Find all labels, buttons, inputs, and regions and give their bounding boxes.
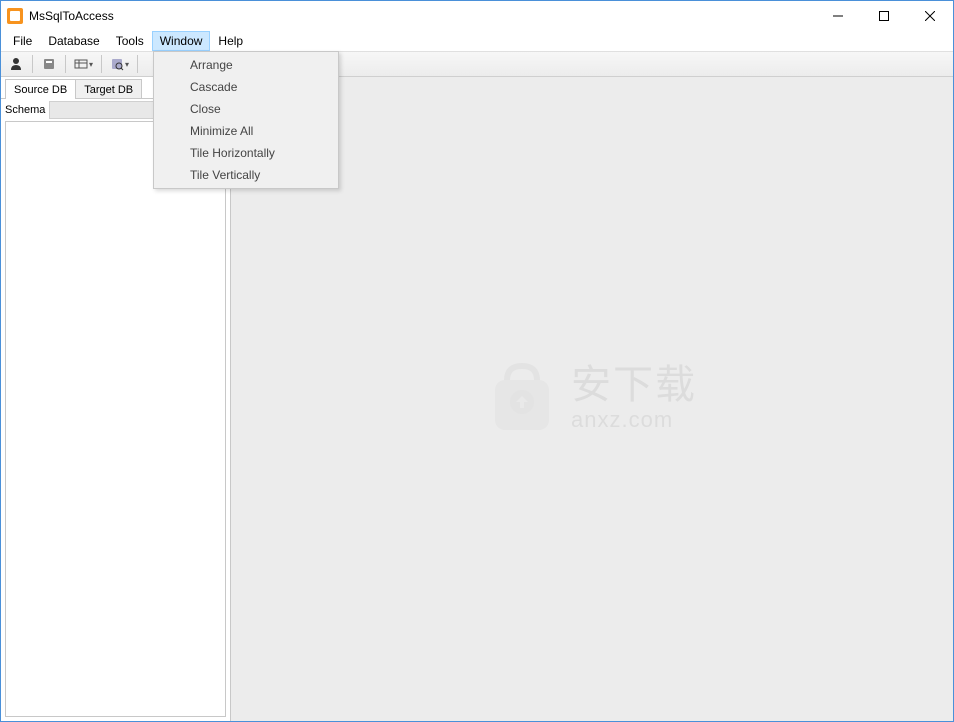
dropdown-arrow-icon: ▾ — [89, 60, 93, 69]
menu-database[interactable]: Database — [40, 31, 107, 51]
user-icon — [9, 57, 23, 71]
watermark-cn: 安下载 — [571, 365, 697, 405]
menu-item-tile-vertically[interactable]: Tile Vertically — [156, 164, 336, 186]
watermark-bag-icon — [487, 362, 557, 436]
minimize-button[interactable] — [815, 1, 861, 31]
menu-item-arrange[interactable]: Arrange — [156, 54, 336, 76]
menu-window[interactable]: Window — [152, 31, 211, 51]
app-icon — [7, 8, 23, 24]
toolbar-query-button[interactable]: ▾ — [107, 53, 132, 75]
menu-item-close[interactable]: Close — [156, 98, 336, 120]
body-area: Source DB Target DB Schema 安下载 anxz.com — [1, 77, 953, 721]
menu-help[interactable]: Help — [210, 31, 251, 51]
table-icon — [74, 57, 88, 71]
query-icon — [110, 57, 124, 71]
close-button[interactable] — [907, 1, 953, 31]
maximize-icon — [879, 11, 889, 21]
toolbar: ▾ ▾ — [1, 51, 953, 77]
schema-label: Schema — [5, 104, 45, 116]
schema-tree[interactable] — [5, 121, 226, 717]
window-menu-dropdown: Arrange Cascade Close Minimize All Tile … — [153, 51, 339, 189]
menu-file[interactable]: File — [5, 31, 40, 51]
close-icon — [925, 11, 935, 21]
dropdown-arrow-icon: ▾ — [125, 60, 129, 69]
menu-item-minimize-all[interactable]: Minimize All — [156, 120, 336, 142]
minimize-icon — [833, 11, 843, 21]
watermark: 安下载 anxz.com — [487, 362, 697, 436]
menubar: File Database Tools Window Help — [1, 31, 953, 51]
tab-source-db[interactable]: Source DB — [5, 79, 76, 99]
window-title: MsSqlToAccess — [29, 9, 114, 23]
wizard-icon — [42, 57, 56, 71]
menu-item-cascade[interactable]: Cascade — [156, 76, 336, 98]
workspace: 安下载 anxz.com — [231, 77, 953, 721]
toolbar-wizard-button[interactable] — [38, 53, 60, 75]
menu-tools[interactable]: Tools — [108, 31, 152, 51]
watermark-en: anxz.com — [571, 407, 673, 433]
maximize-button[interactable] — [861, 1, 907, 31]
app-window: MsSqlToAccess File Database Tools Window… — [0, 0, 954, 722]
toolbar-table-button[interactable]: ▾ — [71, 53, 96, 75]
toolbar-user-button[interactable] — [5, 53, 27, 75]
tab-target-db[interactable]: Target DB — [75, 79, 142, 99]
titlebar: MsSqlToAccess — [1, 1, 953, 31]
menu-item-tile-horizontally[interactable]: Tile Horizontally — [156, 142, 336, 164]
